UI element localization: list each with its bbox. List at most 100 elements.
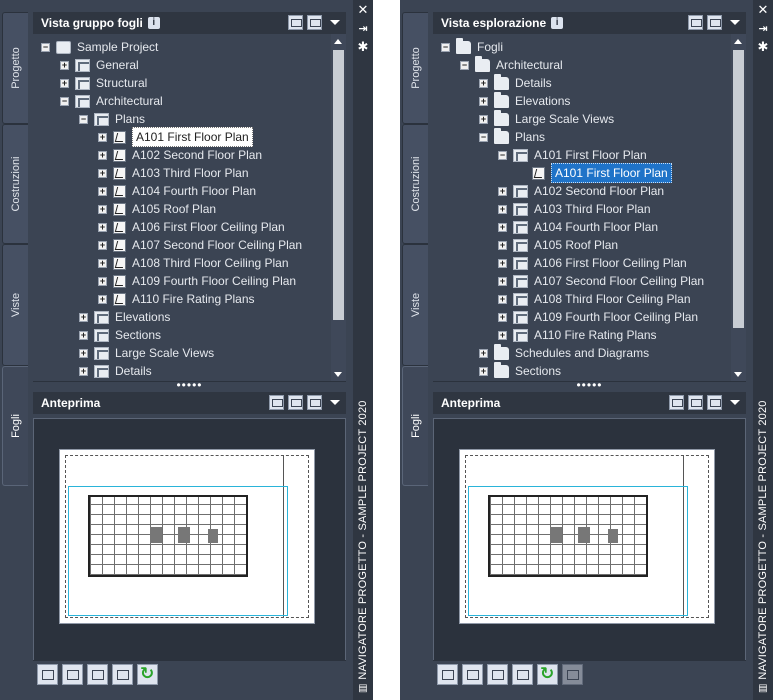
tree-row[interactable]: + A103 Third Floor Plan	[98, 164, 249, 182]
tree-row[interactable]: + General	[60, 56, 139, 74]
expand-icon[interactable]: +	[60, 78, 69, 88]
sheet-tree[interactable]: − Sample Project + General + Structural − Archi…	[33, 34, 346, 382]
reindex-button[interactable]	[562, 664, 583, 685]
tab-costruzioni[interactable]: Costruzioni	[402, 124, 428, 244]
close-icon[interactable]: ✕	[756, 3, 770, 17]
expand-icon[interactable]: +	[498, 330, 507, 340]
expand-icon[interactable]: +	[98, 204, 107, 214]
splitter-grip[interactable]: •••••	[433, 379, 746, 392]
chevron-down-icon[interactable]	[730, 20, 740, 25]
expand-icon[interactable]: +	[479, 366, 488, 376]
expand-icon[interactable]: +	[98, 168, 107, 178]
select-button[interactable]	[87, 664, 108, 685]
expand-icon[interactable]: +	[498, 222, 507, 232]
tree-row[interactable]: + A110 Fire Rating Plans	[498, 326, 657, 344]
tree-row[interactable]: − Sample Project	[41, 38, 158, 56]
select-button[interactable]	[487, 664, 508, 685]
splitter-grip[interactable]: •••••	[33, 379, 346, 392]
tree-row[interactable]: + A104 Fourth Floor Plan	[498, 218, 658, 236]
tab-viste[interactable]: Viste	[402, 244, 428, 366]
tree-row[interactable]: − Plans	[479, 127, 545, 146]
expand-icon[interactable]: +	[98, 132, 107, 142]
expand-icon[interactable]: +	[498, 240, 507, 250]
new-category-icon[interactable]	[288, 15, 303, 30]
tree-row[interactable]: − Architectural	[460, 55, 563, 74]
tree-row[interactable]: + Schedules and Diagrams	[479, 343, 649, 362]
tree-row[interactable]: + A108 Third Floor Ceiling Plan	[98, 254, 289, 272]
expand-icon[interactable]: +	[98, 258, 107, 268]
preview-details-icon[interactable]	[288, 395, 303, 410]
collapse-icon[interactable]: −	[441, 42, 450, 52]
tree-row[interactable]: + Structural	[60, 74, 147, 92]
tree-row[interactable]: − Plans	[79, 110, 145, 128]
tree-row[interactable]: + A101 First Floor Plan	[98, 127, 253, 147]
scroll-down-icon[interactable]	[334, 372, 342, 377]
collapse-icon[interactable]: −	[60, 96, 69, 106]
delete-button[interactable]	[462, 664, 483, 685]
properties-button[interactable]	[512, 664, 533, 685]
tree-row[interactable]: + A102 Second Floor Plan	[98, 146, 262, 164]
preview-image-icon[interactable]	[307, 395, 322, 410]
tree-row[interactable]: − A101 First Floor Plan	[498, 146, 647, 164]
chevron-down-icon[interactable]	[730, 400, 740, 405]
tree-row[interactable]: + A102 Second Floor Plan	[498, 182, 664, 200]
tree-row[interactable]: + A104 Fourth Floor Plan	[98, 182, 256, 200]
tree-row[interactable]: + A109 Fourth Floor Ceiling Plan	[98, 272, 296, 290]
sheet-list-button[interactable]	[62, 664, 83, 685]
expand-icon[interactable]: +	[498, 294, 507, 304]
tree-row[interactable]: + Sections	[79, 326, 161, 344]
tree-row[interactable]: + A105 Roof Plan	[498, 236, 618, 254]
close-icon[interactable]: ✕	[356, 3, 370, 17]
properties-button[interactable]	[112, 664, 133, 685]
chevron-down-icon[interactable]	[330, 20, 340, 25]
tree-row[interactable]: + Elevations	[479, 91, 570, 110]
expand-icon[interactable]: +	[498, 204, 507, 214]
tree-row[interactable]: + A105 Roof Plan	[98, 200, 216, 218]
new-category-icon[interactable]	[688, 15, 703, 30]
preview-mode-icon[interactable]	[269, 395, 284, 410]
tree-scrollbar[interactable]	[331, 34, 346, 381]
tab-viste[interactable]: Viste	[2, 244, 28, 366]
tab-fogli[interactable]: Fogli	[2, 366, 28, 486]
tree-row[interactable]: + Elevations	[79, 308, 170, 326]
scroll-up-icon[interactable]	[334, 39, 342, 44]
expand-icon[interactable]: +	[498, 276, 507, 286]
collapse-icon[interactable]: −	[79, 114, 88, 124]
palette-menu-icon[interactable]: ▤	[756, 682, 770, 696]
view-toggle-icon[interactable]	[707, 15, 722, 30]
auto-hide-icon[interactable]: ⇥	[756, 22, 770, 36]
scroll-up-icon[interactable]	[734, 39, 742, 44]
tree-scrollbar[interactable]	[731, 34, 746, 381]
publish-button[interactable]	[37, 664, 58, 685]
new-view-button[interactable]	[437, 664, 458, 685]
tree-row[interactable]: − Fogli	[441, 37, 503, 56]
scroll-thumb[interactable]	[733, 50, 744, 328]
tree-row[interactable]: + A106 First Floor Ceiling Plan	[98, 218, 285, 236]
tree-row[interactable]: + A110 Fire Rating Plans	[98, 290, 255, 308]
tree-row[interactable]: A101 First Floor Plan	[517, 163, 672, 183]
tree-row[interactable]: − Architectural	[60, 92, 163, 110]
expand-icon[interactable]: +	[98, 222, 107, 232]
palette-title-bar[interactable]: ✕ ⇥ ✱ NAVIGATORE PROGETTO - SAMPLE PROJE…	[753, 0, 773, 700]
expand-icon[interactable]: +	[498, 186, 507, 196]
tree-row[interactable]: + A103 Third Floor Plan	[498, 200, 651, 218]
preview-mode-icon[interactable]	[669, 395, 684, 410]
auto-hide-icon[interactable]: ⇥	[356, 22, 370, 36]
expand-icon[interactable]: +	[498, 312, 507, 322]
preview-details-icon[interactable]	[688, 395, 703, 410]
expand-icon[interactable]: +	[98, 186, 107, 196]
tab-progetto[interactable]: Progetto	[402, 12, 428, 124]
expand-icon[interactable]: +	[79, 348, 88, 358]
tree-row[interactable]: + A108 Third Floor Ceiling Plan	[498, 290, 691, 308]
collapse-icon[interactable]: −	[479, 132, 488, 142]
collapse-icon[interactable]: −	[498, 150, 507, 160]
tab-progetto[interactable]: Progetto	[2, 12, 28, 124]
expand-icon[interactable]: +	[98, 276, 107, 286]
scroll-thumb[interactable]	[333, 50, 344, 320]
collapse-icon[interactable]: −	[41, 42, 50, 52]
palette-title-bar[interactable]: ✕ ⇥ ✱ NAVIGATORE PROGETTO - SAMPLE PROJE…	[353, 0, 373, 700]
expand-icon[interactable]: +	[79, 330, 88, 340]
tree-row[interactable]: + A107 Second Floor Ceiling Plan	[98, 236, 302, 254]
tree-row[interactable]: + A106 First Floor Ceiling Plan	[498, 254, 687, 272]
refresh-button[interactable]	[137, 664, 158, 685]
